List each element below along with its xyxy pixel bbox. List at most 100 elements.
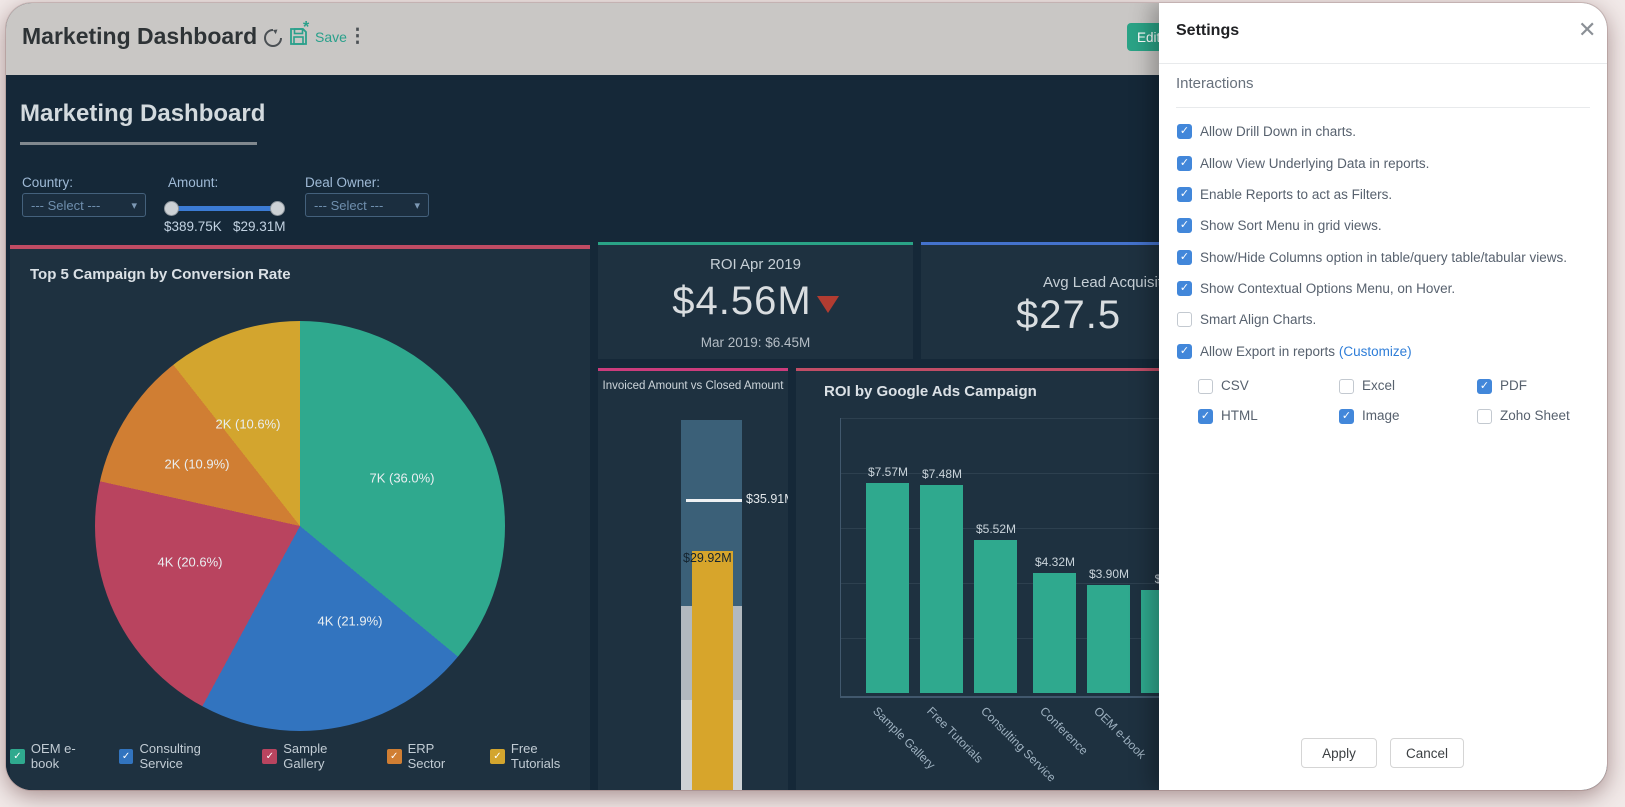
setting-label: Show/Hide Columns option in table/query … <box>1200 250 1567 266</box>
bullet-measure-bar[interactable] <box>692 551 733 790</box>
window-title: Marketing Dashboard <box>22 23 257 50</box>
bar-value-label: $3.90M <box>1079 567 1139 581</box>
legend-item[interactable]: ✓ ERP Sector <box>387 741 475 771</box>
bar[interactable] <box>974 540 1017 693</box>
y-axis-line <box>840 418 841 696</box>
export-option-label: CSV <box>1221 378 1249 394</box>
chevron-down-icon: ▾ <box>414 199 420 212</box>
bar[interactable] <box>1087 585 1130 693</box>
checkbox[interactable]: ✓ <box>1177 124 1192 139</box>
legend-item[interactable]: ✓ Sample Gallery <box>262 741 371 771</box>
checkbox[interactable] <box>1339 379 1354 394</box>
trend-down-icon <box>817 296 839 313</box>
country-select-value: --- Select --- <box>31 198 100 213</box>
checkbox[interactable]: ✓ <box>1177 218 1192 233</box>
deal-owner-select-value: --- Select --- <box>314 198 383 213</box>
setting-contextual-options[interactable]: ✓ Show Contextual Options Menu, on Hover… <box>1177 281 1455 297</box>
export-option-zoho-sheet[interactable]: Zoho Sheet <box>1477 408 1570 424</box>
pie-chart[interactable] <box>95 321 505 731</box>
setting-label: Allow Drill Down in charts. <box>1200 124 1356 140</box>
unsaved-indicator: * <box>303 19 309 37</box>
checkbox[interactable]: ✓ <box>1177 281 1192 296</box>
setting-smart-align[interactable]: Smart Align Charts. <box>1177 312 1316 328</box>
setting-allow-export[interactable]: ✓ Allow Export in reports (Customize) <box>1177 344 1412 360</box>
cancel-button[interactable]: Cancel <box>1390 738 1464 768</box>
settings-panel: Settings ✕ Interactions ✓ Allow Drill Do… <box>1159 3 1607 790</box>
export-option-label: PDF <box>1500 378 1527 394</box>
pie-slice-label: 7K (36.0%) <box>369 471 434 486</box>
setting-label: Allow View Underlying Data in reports. <box>1200 156 1429 172</box>
divider <box>1159 63 1607 64</box>
export-option-label: Excel <box>1362 378 1395 394</box>
setting-label: Show Contextual Options Menu, on Hover. <box>1200 281 1455 297</box>
checkbox[interactable]: ✓ <box>1177 156 1192 171</box>
checkbox[interactable] <box>1177 312 1192 327</box>
legend-item[interactable]: ✓ Free Tutorials <box>490 741 590 771</box>
setting-sort-menu[interactable]: ✓ Show Sort Menu in grid views. <box>1177 218 1382 234</box>
bar[interactable] <box>866 483 909 693</box>
dashboard-title: Marketing Dashboard <box>20 100 265 128</box>
bar-value-label: $4.32M <box>1025 555 1085 569</box>
bar[interactable] <box>920 485 963 693</box>
kpi-title: Avg Lead Acquisiti <box>1043 274 1165 291</box>
export-option-image[interactable]: ✓ Image <box>1339 408 1400 424</box>
checkbox[interactable]: ✓ <box>1477 379 1492 394</box>
legend-label: ERP Sector <box>408 741 475 771</box>
refresh-button[interactable] <box>262 27 284 49</box>
legend-label: Sample Gallery <box>283 741 371 771</box>
setting-label: Show Sort Menu in grid views. <box>1200 218 1382 234</box>
setting-allow-drill-down[interactable]: ✓ Allow Drill Down in charts. <box>1177 124 1356 140</box>
amount-filter-label: Amount: <box>168 175 218 190</box>
bar-value-label: $7.48M <box>912 467 972 481</box>
app-window: Marketing Dashboard * Save ⋮ Edit Market… <box>6 3 1607 790</box>
checkbox[interactable]: ✓ <box>1198 409 1213 424</box>
customize-link[interactable]: (Customize) <box>1339 344 1412 359</box>
setting-reports-as-filters[interactable]: ✓ Enable Reports to act as Filters. <box>1177 187 1392 203</box>
setting-label-text: Allow Export in reports <box>1200 344 1335 359</box>
export-option-excel[interactable]: Excel <box>1339 378 1395 394</box>
export-option-label: Image <box>1362 408 1400 424</box>
kpi-comparison: Mar 2019: $6.45M <box>598 335 913 350</box>
slider-handle-min[interactable] <box>164 201 179 216</box>
pie-chart-title: Top 5 Campaign by Conversion Rate <box>30 266 291 283</box>
legend-checkbox-icon: ✓ <box>387 749 402 764</box>
checkbox[interactable]: ✓ <box>1339 409 1354 424</box>
save-label: Save <box>315 29 347 45</box>
checkbox[interactable] <box>1477 409 1492 424</box>
dashboard-title-underline <box>20 142 257 145</box>
slider-handle-max[interactable] <box>270 201 285 216</box>
x-axis-label: OEM e-book <box>1091 704 1149 762</box>
legend-item[interactable]: ✓ OEM e-book <box>10 741 104 771</box>
checkbox[interactable]: ✓ <box>1177 187 1192 202</box>
settings-panel-title: Settings <box>1176 22 1239 40</box>
export-option-pdf[interactable]: ✓ PDF <box>1477 378 1527 394</box>
roi-kpi-card: ROI Apr 2019 $4.56M Mar 2019: $6.45M <box>598 242 913 359</box>
amount-max-value: $29.31M <box>233 219 286 234</box>
close-icon[interactable]: ✕ <box>1578 17 1596 43</box>
pie-slice-label: 4K (20.6%) <box>157 555 222 570</box>
save-button[interactable]: * Save <box>289 27 347 46</box>
checkbox[interactable] <box>1198 379 1213 394</box>
pie-slice-label: 2K (10.6%) <box>215 417 280 432</box>
more-options-kebab-icon[interactable]: ⋮ <box>348 25 367 48</box>
export-option-csv[interactable]: CSV <box>1198 378 1249 394</box>
bar-value-label: $7.57M <box>858 465 918 479</box>
country-select[interactable]: --- Select --- ▾ <box>22 193 146 217</box>
export-option-html[interactable]: ✓ HTML <box>1198 408 1258 424</box>
checkbox[interactable]: ✓ <box>1177 250 1192 265</box>
checkbox[interactable]: ✓ <box>1177 344 1192 359</box>
bullet-target-line <box>686 499 742 502</box>
bar[interactable] <box>1033 573 1076 693</box>
bullet-target-label: $35.91M <box>746 492 788 506</box>
deal-owner-filter-label: Deal Owner: <box>305 175 380 190</box>
setting-view-underlying-data[interactable]: ✓ Allow View Underlying Data in reports. <box>1177 156 1429 172</box>
deal-owner-select[interactable]: --- Select --- ▾ <box>305 193 429 217</box>
bar-chart-title: ROI by Google Ads Campaign <box>824 383 1037 400</box>
setting-show-hide-columns[interactable]: ✓ Show/Hide Columns option in table/quer… <box>1177 250 1567 266</box>
legend-item[interactable]: ✓ Consulting Service <box>119 741 248 771</box>
bar-value-label: $5.52M <box>966 522 1026 536</box>
amount-range-slider[interactable] <box>171 206 278 211</box>
apply-button[interactable]: Apply <box>1301 738 1377 768</box>
pie-slice-label: 2K (10.9%) <box>164 457 229 472</box>
refresh-icon <box>262 27 284 49</box>
